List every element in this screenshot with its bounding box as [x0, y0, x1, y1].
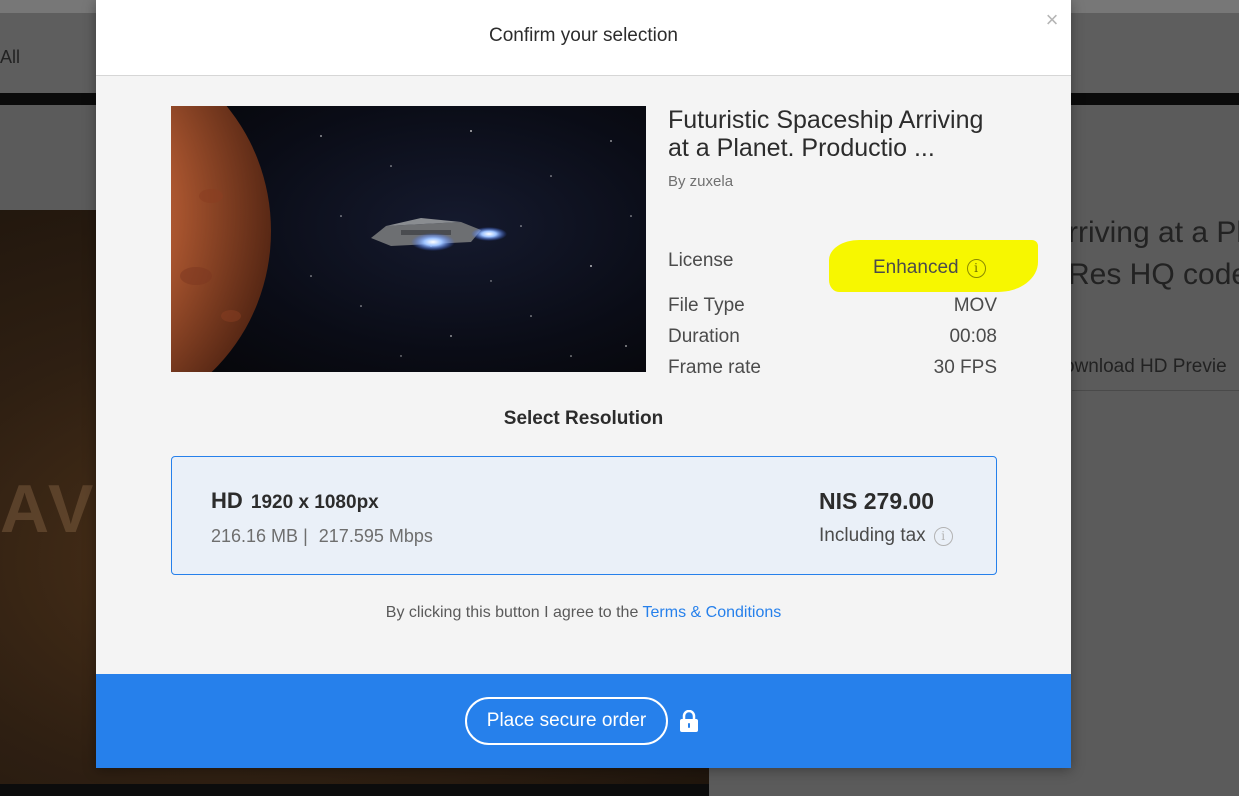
resolution-separator: | [303, 526, 308, 546]
confirm-selection-modal: Confirm your selection × Futuristic Spac… [96, 0, 1071, 768]
background-download-preview-link[interactable]: ownload HD Previe [1064, 356, 1227, 378]
tax-note: Including tax [819, 525, 926, 546]
tax-info-icon[interactable]: i [933, 527, 953, 546]
resolution-option-hd[interactable]: HD 1920 x 1080px 216.16 MB | 217.595 Mbp… [171, 456, 997, 575]
duration-label: Duration [668, 326, 740, 347]
resolution-file-size: 216.16 MB [211, 526, 299, 546]
resolution-bitrate: 217.595 Mbps [318, 526, 433, 546]
spaceship-planet-image [171, 106, 646, 372]
license-value: Enhanced i [873, 257, 986, 279]
resolution-label: HD [211, 488, 243, 513]
file-type-value: MOV [953, 295, 997, 316]
frame-rate-value: 30 FPS [933, 357, 997, 378]
clip-title: Futuristic Spaceship Arriving at a Plane… [668, 106, 984, 162]
background-nav-all[interactable]: All [0, 47, 20, 68]
background-clip-title: rriving at a Pla Res HQ codec [1068, 212, 1239, 296]
place-secure-order-button[interactable]: Place secure order [465, 697, 668, 745]
terms-conditions-link[interactable]: Terms & Conditions [643, 604, 782, 621]
background-video-watermark: AV [0, 471, 98, 547]
background-bottom-strip [0, 784, 709, 796]
modal-footer: Place secure order [96, 674, 1071, 768]
frame-rate-label: Frame rate [668, 357, 761, 378]
background-title-line-1: rriving at a Pla [1068, 216, 1239, 249]
license-type: Enhanced [873, 257, 959, 278]
clip-author[interactable]: By zuxela [668, 173, 733, 190]
resolution-meta: 216.16 MB | 217.595 Mbps [211, 526, 433, 547]
resolution-tax: Including tax i [819, 525, 953, 547]
resolution-dimensions: 1920 x 1080px [250, 492, 379, 513]
license-label: License [668, 250, 734, 271]
resolution-name: HD 1920 x 1080px [211, 488, 379, 514]
resolution-price: NIS 279.00 [819, 488, 935, 514]
duration-row: Duration 00:08 [668, 326, 997, 352]
lock-icon [680, 710, 698, 732]
terms-prefix: By clicking this button I agree to the [385, 604, 639, 621]
close-icon[interactable]: × [1042, 8, 1062, 32]
license-info-icon[interactable]: i [966, 259, 986, 278]
select-resolution-heading: Select Resolution [503, 408, 664, 429]
clip-thumbnail [171, 106, 646, 372]
file-type-label: File Type [668, 295, 745, 316]
background-title-line-2: Res HQ codec [1068, 258, 1239, 291]
terms-notice: By clicking this button I agree to the T… [96, 604, 1071, 622]
modal-title: Confirm your selection [488, 25, 679, 46]
modal-header: Confirm your selection × [96, 0, 1071, 76]
background-divider [1072, 390, 1239, 391]
frame-rate-row: Frame rate 30 FPS [668, 357, 997, 383]
file-type-row: File Type MOV [668, 295, 997, 321]
duration-value: 00:08 [949, 326, 997, 347]
